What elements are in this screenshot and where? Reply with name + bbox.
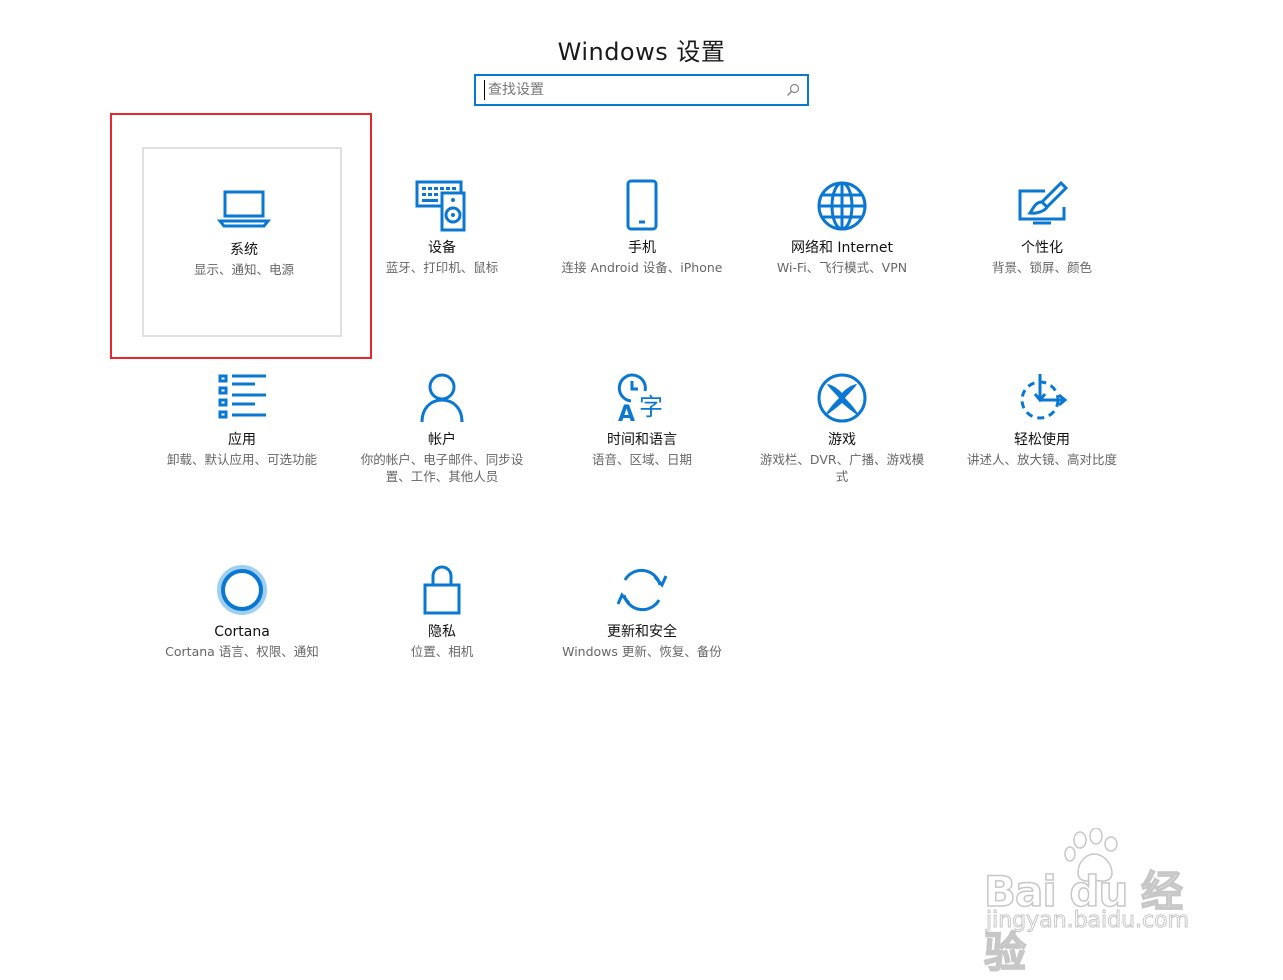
tile-description: 蓝牙、打印机、鼠标 [385, 260, 499, 275]
tile-description: 语音、区域、日期 [591, 452, 692, 467]
watermark-url: jingyan.baidu.com [985, 908, 1190, 934]
xbox-icon [815, 371, 869, 425]
tile-description: 连接 Android 设备、iPhone [561, 260, 723, 275]
globe-icon [815, 179, 869, 233]
search-input[interactable] [484, 80, 778, 100]
phone-icon [615, 179, 669, 233]
tile-title: 隐私 [428, 624, 456, 640]
cortana-icon [215, 563, 269, 617]
tile-privacy[interactable]: 隐私 位置、相机 [342, 531, 542, 721]
tile-title: 轻松使用 [1014, 432, 1070, 448]
tile-devices[interactable]: 设备 蓝牙、打印机、鼠标 [342, 147, 542, 337]
search-icon[interactable] [785, 82, 801, 98]
laptop-icon [217, 181, 271, 235]
tile-phone[interactable]: 手机 连接 Android 设备、iPhone [542, 147, 742, 337]
svg-text:A: A [618, 402, 635, 425]
tile-network[interactable]: 网络和 Internet Wi-Fi、飞行模式、VPN [742, 147, 942, 337]
tile-title: 帐户 [428, 432, 456, 448]
tile-apps[interactable]: 应用 卸载、默认应用、可选功能 [142, 339, 342, 529]
ease-of-access-icon [1015, 371, 1069, 425]
tile-system[interactable]: 系统 显示、通知、电源 [142, 147, 342, 337]
tile-cortana[interactable]: Cortana Cortana 语言、权限、通知 [142, 531, 342, 721]
tile-title: 网络和 Internet [790, 240, 894, 256]
search-box[interactable] [474, 74, 809, 106]
tile-title: 个性化 [1021, 240, 1063, 256]
sync-icon [615, 563, 669, 617]
tile-update-security[interactable]: 更新和安全 Windows 更新、恢复、备份 [542, 531, 742, 721]
tile-description: 背景、锁屏、颜色 [991, 260, 1092, 275]
tile-description: 游戏栏、DVR、广播、游戏模式 [759, 452, 925, 484]
tile-personalization[interactable]: 个性化 背景、锁屏、颜色 [942, 147, 1142, 337]
tile-accounts[interactable]: 帐户 你的帐户、电子邮件、同步设置、工作、其他人员 [342, 339, 542, 529]
tile-description: 讲述人、放大镜、高对比度 [966, 452, 1117, 467]
tile-title: 手机 [628, 240, 656, 256]
paint-icon [1015, 179, 1069, 233]
tile-time-language[interactable]: A 字 时间和语言 语音、区域、日期 [542, 339, 742, 529]
tile-description: Wi-Fi、飞行模式、VPN [776, 260, 908, 275]
apps-list-icon [215, 371, 269, 425]
page-title: Windows 设置 [557, 38, 726, 67]
tile-ease-of-access[interactable]: 轻松使用 讲述人、放大镜、高对比度 [942, 339, 1142, 529]
tile-description: Cortana 语言、权限、通知 [165, 644, 319, 659]
lock-icon [415, 563, 469, 617]
tile-description: 位置、相机 [410, 644, 474, 659]
time-language-icon: A 字 [615, 371, 669, 425]
person-icon [415, 371, 469, 425]
tile-title: 应用 [228, 432, 256, 448]
tile-title: 设备 [428, 240, 456, 256]
tile-title: 游戏 [828, 432, 856, 448]
tile-description: 显示、通知、电源 [193, 262, 294, 277]
tile-description: Windows 更新、恢复、备份 [562, 644, 722, 659]
tile-description: 你的帐户、电子邮件、同步设置、工作、其他人员 [360, 452, 524, 484]
tile-description: 卸载、默认应用、可选功能 [166, 452, 317, 467]
devices-icon [415, 179, 469, 233]
tile-gaming[interactable]: 游戏 游戏栏、DVR、广播、游戏模式 [742, 339, 942, 529]
svg-text:字: 字 [639, 393, 663, 421]
tile-title: 更新和安全 [607, 624, 677, 640]
tile-title: 时间和语言 [607, 432, 677, 448]
baidu-watermark: Bai du 经验 jingyan.baidu.com [980, 828, 1220, 978]
tile-title: Cortana [214, 624, 270, 640]
tile-title: 系统 [230, 242, 258, 258]
